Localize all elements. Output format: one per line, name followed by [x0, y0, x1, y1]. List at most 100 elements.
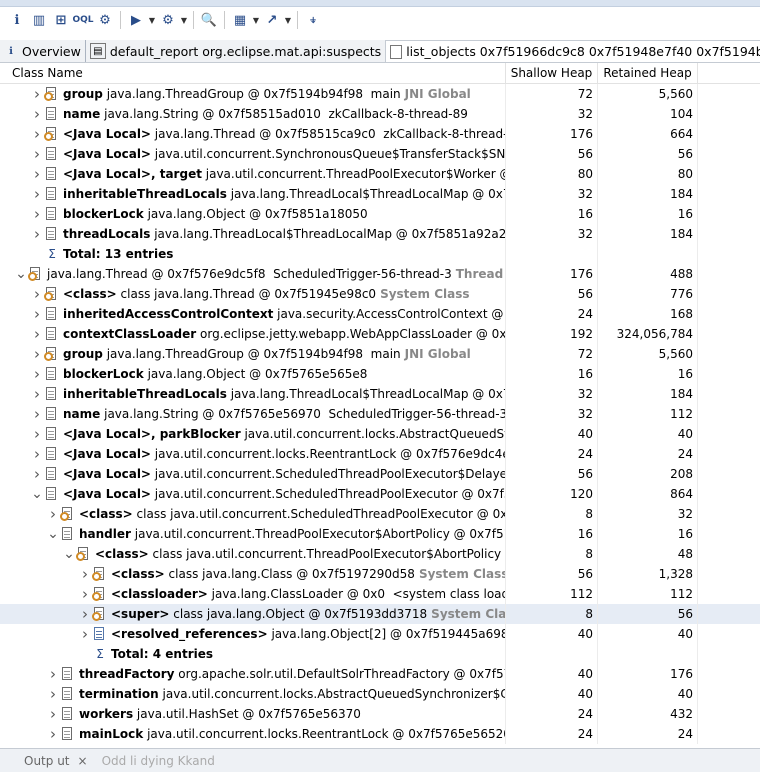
export-icon[interactable]: ↗	[261, 10, 283, 30]
table-row[interactable]: ⌄ java.lang.Thread @ 0x7f576e9dc5f8 Sched…	[0, 264, 760, 284]
group-by-icon[interactable]: ▦	[229, 10, 251, 30]
pin-icon[interactable]: ⍖	[302, 10, 324, 30]
table-row[interactable]: › <Java Local> java.lang.Thread @ 0x7f585…	[0, 124, 760, 144]
field-name: mainLock	[79, 727, 144, 741]
chevron-down-icon[interactable]: ▼	[179, 10, 189, 30]
tab-label: list_objects 0x7f51966dc9c8 0x7f51948e7f…	[406, 44, 760, 59]
chevron-right-icon[interactable]: ›	[30, 164, 44, 184]
chevron-right-icon[interactable]: ›	[30, 304, 44, 324]
table-row[interactable]: › termination java.util.concurrent.locks.…	[0, 684, 760, 704]
column-header-class-name[interactable]: Class Name	[0, 63, 506, 83]
table-row[interactable]: ⌄ <Java Local> java.util.concurrent.Sched…	[0, 484, 760, 504]
query-browser-icon[interactable]: ⚙	[157, 10, 179, 30]
object-tree-table[interactable]: Class Name Shallow Heap Retained Heap › g…	[0, 63, 760, 748]
chevron-right-icon[interactable]: ›	[46, 504, 60, 524]
heap-dump-overview-icon[interactable]: ⚙	[94, 10, 116, 30]
object-icon	[44, 206, 60, 222]
table-row[interactable]: › <Java Local> java.util.concurrent.Synch…	[0, 144, 760, 164]
chevron-right-icon[interactable]: ›	[30, 84, 44, 104]
table-row[interactable]: › blockerLock java.lang.Object @ 0x7f5851…	[0, 204, 760, 224]
chevron-right-icon[interactable]: ›	[30, 144, 44, 164]
chevron-right-icon[interactable]: ›	[30, 224, 44, 244]
object-description: java.security.AccessControlContext @ 0x7…	[277, 307, 504, 321]
chevron-right-icon[interactable]: ›	[46, 724, 60, 744]
table-row[interactable]: › group java.lang.ThreadGroup @ 0x7f5194b…	[0, 344, 760, 364]
table-row[interactable]: › contextClassLoader org.eclipse.jetty.we…	[0, 324, 760, 344]
chevron-down-icon[interactable]: ⌄	[14, 264, 28, 284]
table-row[interactable]: › <Java Local> java.util.concurrent.Sched…	[0, 464, 760, 484]
oql-icon[interactable]: OQL	[72, 10, 94, 30]
chevron-down-icon[interactable]: ▼	[251, 10, 261, 30]
column-header-retained-heap[interactable]: Retained Heap	[598, 63, 698, 83]
chevron-right-icon[interactable]: ›	[78, 584, 92, 604]
table-row[interactable]: › name java.lang.String @ 0x7f58515ad010 …	[0, 104, 760, 124]
chevron-down-icon[interactable]: ▼	[283, 10, 293, 30]
table-row[interactable]: › <Java Local> java.util.concurrent.locks…	[0, 444, 760, 464]
table-row[interactable]: › group java.lang.ThreadGroup @ 0x7f5194b…	[0, 84, 760, 104]
chevron-right-icon[interactable]: ›	[30, 324, 44, 344]
table-row[interactable]: › inheritableThreadLocals java.lang.Threa…	[0, 384, 760, 404]
chevron-right-icon[interactable]: ›	[46, 704, 60, 724]
table-row[interactable]: › <Java Local>, target java.util.concurre…	[0, 164, 760, 184]
chevron-right-icon[interactable]: ›	[30, 204, 44, 224]
chevron-right-icon[interactable]: ›	[30, 344, 44, 364]
bottom-tab-other[interactable]: Odd li dying Kkand	[102, 754, 215, 768]
chevron-right-icon[interactable]: ›	[30, 284, 44, 304]
table-row[interactable]: › <Java Local>, parkBlocker java.util.con…	[0, 424, 760, 444]
object-description: java.util.HashSet @ 0x7f5765e56370	[133, 707, 361, 721]
find-object-icon[interactable]: 🔍	[198, 10, 220, 30]
chevron-right-icon[interactable]: ›	[78, 564, 92, 584]
table-row[interactable]: › <classloader> java.lang.ClassLoader @ 0…	[0, 584, 760, 604]
chevron-right-icon[interactable]: ›	[30, 364, 44, 384]
table-row[interactable]: › threadFactory org.apache.solr.util.Defa…	[0, 664, 760, 684]
dominator-tree-icon[interactable]: ⊞	[50, 10, 72, 30]
run-query-icon[interactable]: ▶	[125, 10, 147, 30]
table-row[interactable]: › <class> class java.util.concurrent.Sche…	[0, 504, 760, 524]
chevron-right-icon[interactable]: ›	[78, 604, 92, 624]
retained-heap-cell	[598, 644, 698, 664]
bottom-tab-output[interactable]: Outp ut	[0, 754, 78, 768]
table-row[interactable]: › <super> class java.lang.Object @ 0x7f51…	[0, 604, 760, 624]
chevron-right-icon[interactable]: ›	[30, 384, 44, 404]
table-row[interactable]: › <class> class java.lang.Class @ 0x7f519…	[0, 564, 760, 584]
tab-overview[interactable]: ℹ Overview	[0, 40, 85, 62]
chevron-down-icon[interactable]: ⌄	[62, 544, 76, 564]
table-row[interactable]: › blockerLock java.lang.Object @ 0x7f5765…	[0, 364, 760, 384]
table-row[interactable]: Σ Total: 4 entries	[0, 644, 760, 664]
table-row[interactable]: › workers java.util.HashSet @ 0x7f5765e56…	[0, 704, 760, 724]
table-row[interactable]: Σ Total: 13 entries	[0, 244, 760, 264]
chevron-down-icon[interactable]: ⌄	[30, 484, 44, 504]
tab-default-report[interactable]: ▤ default_report org.eclipse.mat.api:sus…	[84, 40, 385, 62]
table-row[interactable]: › <resolved_references> java.lang.Object[…	[0, 624, 760, 644]
chevron-right-icon[interactable]: ›	[46, 684, 60, 704]
table-row[interactable]: › <class> class java.lang.Thread @ 0x7f51…	[0, 284, 760, 304]
chevron-right-icon[interactable]: ›	[30, 444, 44, 464]
table-row[interactable]: › inheritedAccessControlContext java.secu…	[0, 304, 760, 324]
field-name: <class>	[79, 507, 133, 521]
chevron-right-icon[interactable]: ›	[46, 664, 60, 684]
chevron-down-icon[interactable]: ⌄	[46, 524, 60, 544]
table-row[interactable]: › inheritableThreadLocals java.lang.Threa…	[0, 184, 760, 204]
table-row[interactable]: › threadLocals java.lang.ThreadLocal$Thre…	[0, 224, 760, 244]
chevron-right-icon[interactable]: ›	[30, 124, 44, 144]
retained-heap-cell	[598, 244, 698, 264]
close-icon[interactable]: ×	[78, 754, 102, 768]
table-row[interactable]: ⌄ handler java.util.concurrent.ThreadPool…	[0, 524, 760, 544]
histogram-icon[interactable]: ▥	[28, 10, 50, 30]
chevron-right-icon[interactable]: ›	[30, 404, 44, 424]
chevron-right-icon[interactable]: ›	[30, 424, 44, 444]
info-icon[interactable]: ℹ	[6, 10, 28, 30]
table-row[interactable]: › mainLock java.util.concurrent.locks.Ree…	[0, 724, 760, 744]
chevron-right-icon[interactable]: ›	[78, 624, 92, 644]
chevron-right-icon[interactable]: ›	[30, 184, 44, 204]
tab-list-objects[interactable]: list_objects 0x7f51966dc9c8 0x7f51948e7f…	[385, 40, 760, 62]
chevron-right-icon[interactable]: ›	[30, 104, 44, 124]
class-name-cell: › contextClassLoader org.eclipse.jetty.we…	[0, 324, 506, 344]
chevron-right-icon[interactable]: ›	[30, 464, 44, 484]
column-header-shallow-heap[interactable]: Shallow Heap	[506, 63, 598, 83]
class-name-cell: › blockerLock java.lang.Object @ 0x7f5851…	[0, 204, 506, 224]
chevron-down-icon[interactable]: ▼	[147, 10, 157, 30]
table-row[interactable]: › name java.lang.String @ 0x7f5765e56970 …	[0, 404, 760, 424]
retained-heap-cell: 208	[598, 464, 698, 484]
table-row[interactable]: ⌄ <class> class java.util.concurrent.Thre…	[0, 544, 760, 564]
